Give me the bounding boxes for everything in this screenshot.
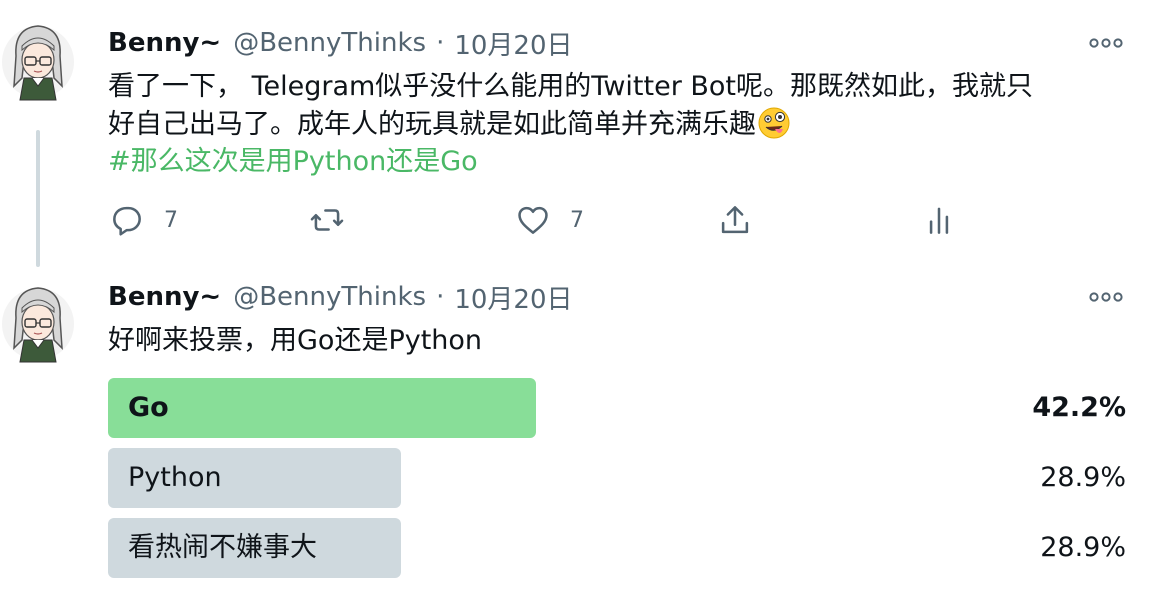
heart-icon — [518, 206, 548, 234]
more-dots-icon — [1089, 38, 1123, 48]
avatar-illustration — [2, 25, 74, 101]
author-display-name[interactable]: Benny~ — [108, 28, 221, 58]
header-separator: · — [436, 282, 445, 312]
share-button[interactable] — [716, 199, 754, 241]
share-icon — [721, 206, 749, 234]
tweet-text: 看了一下， Telegram似乎没什么能用的Twitter Bot呢。那既然如此… — [108, 68, 1128, 144]
reply-icon — [113, 206, 141, 236]
tweet-text-segment: 好自己出马了。成年人的玩具就是如此简单并充满乐趣 — [108, 109, 756, 140]
tweet-header: Benny~ @BennyThinks · 10月20日 — [108, 279, 573, 316]
reply-button[interactable]: 7 — [108, 199, 178, 241]
author-handle[interactable]: @BennyThinks — [233, 28, 426, 58]
tweet-timestamp[interactable]: 10月20日 — [454, 279, 572, 316]
zany-face-emoji-icon — [758, 107, 790, 139]
tweet-text-line: 看了一下， Telegram似乎没什么能用的Twitter Bot呢。那既然如此… — [108, 71, 1033, 102]
retweet-icon — [310, 209, 344, 231]
poll-option-label: Go — [128, 392, 169, 423]
reply-count: 7 — [164, 207, 178, 233]
poll-option-label: Python — [128, 462, 222, 493]
avatar[interactable] — [2, 16, 74, 102]
avatar[interactable] — [2, 278, 74, 364]
poll-option-percent: 42.2% — [1032, 392, 1126, 423]
tweet-header: Benny~ @BennyThinks · 10月20日 — [108, 25, 573, 62]
more-options-button[interactable] — [1086, 282, 1126, 312]
author-display-name[interactable]: Benny~ — [108, 282, 221, 312]
retweet-button[interactable] — [308, 199, 346, 241]
poll-option-percent: 28.9% — [1040, 532, 1126, 563]
thread-connector-line — [36, 130, 40, 267]
like-count: 7 — [570, 207, 584, 233]
analytics-button[interactable] — [920, 199, 958, 241]
poll-result-bar — [108, 378, 536, 438]
analytics-icon — [929, 207, 949, 234]
header-separator: · — [436, 28, 445, 58]
tweet-timestamp[interactable]: 10月20日 — [454, 25, 572, 62]
tweet-text: 好啊来投票，用Go还是Python — [108, 325, 483, 356]
author-handle[interactable]: @BennyThinks — [233, 282, 426, 312]
poll-option-percent: 28.9% — [1040, 462, 1126, 493]
poll-option-label: 看热闹不嫌事大 — [128, 532, 317, 563]
avatar-illustration — [2, 287, 74, 363]
more-dots-icon — [1089, 292, 1123, 302]
tweet-text-line: 好自己出马了。成年人的玩具就是如此简单并充满乐趣 — [108, 106, 1128, 144]
like-button[interactable]: 7 — [514, 199, 584, 241]
hashtag-link[interactable]: #那么这次是用Python还是Go — [108, 143, 478, 181]
more-options-button[interactable] — [1086, 28, 1126, 58]
